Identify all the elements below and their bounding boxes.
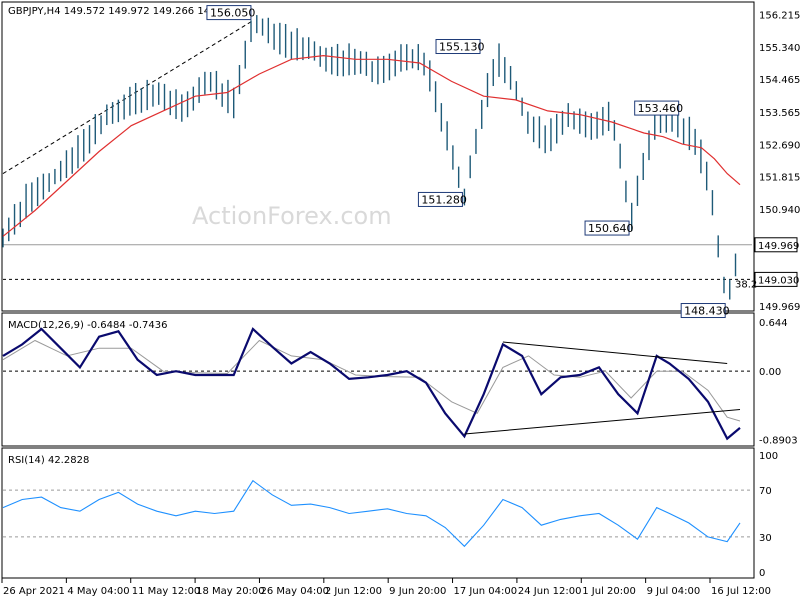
macd-label: MACD(12,26,9) -0.6484 -0.7436 [8,320,168,331]
macd-tick-label: 0.00 [759,367,781,378]
rsi-layer [2,479,752,548]
macd-tick-label: -0.8903 [759,435,798,446]
price-tick-label: 150.940 [759,205,800,216]
annotation-text: 151.280 [421,193,467,206]
rsi-panel-frame [1,447,755,579]
fib-level-tag: 38.2 [735,279,757,290]
rsi-label: RSI(14) 42.2828 [8,455,89,466]
x-tick-label: 26 May 04:00 [260,586,329,597]
rsi-tick-label: 70 [759,486,772,497]
price-panel-frame [1,1,755,312]
level-price-text: 149.030 [758,275,799,286]
x-tick-label: 24 Jun 12:00 [518,586,582,597]
price-annotation: 153.460 [634,100,684,116]
x-tick-label: 9 Jul 04:00 [647,586,701,597]
x-tick-label: 2 Jun 12:00 [325,586,382,597]
annotation-text: 155.130 [439,41,485,54]
x-tick-label: 1 Jul 20:00 [582,586,636,597]
annotation-text: 153.460 [638,102,684,115]
macd-trendline [502,341,728,365]
price-annotation: 148.430 [680,303,730,319]
x-tick-label: 4 May 04:00 [67,586,129,597]
price-series-layer: 156.050 155.130 151.280 150.640 153.460 148.4… [2,5,752,319]
macd-main-line [2,327,741,441]
rsi-tick-label: 0 [759,568,765,579]
price-tick-label: 154.465 [759,75,800,86]
x-tick-label: 26 Apr 2021 [3,586,65,597]
price-tick-label: 155.340 [759,43,800,54]
x-tick-label: 17 Jun 04:00 [454,586,518,597]
price-tick-label: 156.215 [759,11,800,22]
x-tick-label: 18 May 20:00 [196,586,265,597]
channel-trendline [2,20,254,175]
x-tick-label: 11 May 12:00 [132,586,201,597]
rsi-tick-label: 100 [759,451,778,462]
axes-layer: 156.215 155.340 154.465 153.565 152.690 151.8… [1,11,800,597]
price-annotation: 150.640 [584,220,634,236]
macd-trendline [464,409,741,435]
symbol-header: GBPJPY,H4 149.572 149.972 149.266 149.96… [8,6,239,17]
price-tick-label: 149.969 [759,302,800,313]
annotation-text: 150.640 [588,222,634,235]
macd-tick-label: 0.644 [759,318,788,329]
current-price-text: 149.969 [758,241,799,252]
annotation-text: 156.050 [210,7,256,20]
macd-layer [2,327,752,441]
price-tick-label: 152.690 [759,140,800,151]
chart-canvas: ActionForex.com GBPJPY,H4 149.572 149.97… [1,1,800,597]
price-annotation: 151.280 [417,191,467,207]
chart: ActionForex.com GBPJPY,H4 149.572 149.97… [0,0,800,600]
x-tick-label: 16 Jul 12:00 [711,586,771,597]
price-tick-label: 151.815 [759,173,800,184]
price-annotation: 155.130 [435,39,485,55]
macd-signal-line [2,339,741,422]
annotation-text: 148.430 [684,305,730,318]
price-annotation: 156.050 [206,5,256,21]
x-tick-label: 9 Jun 20:00 [389,586,446,597]
rsi-tick-label: 30 [759,533,772,544]
watermark: ActionForex.com [192,202,392,230]
price-tick-label: 153.565 [759,108,800,119]
